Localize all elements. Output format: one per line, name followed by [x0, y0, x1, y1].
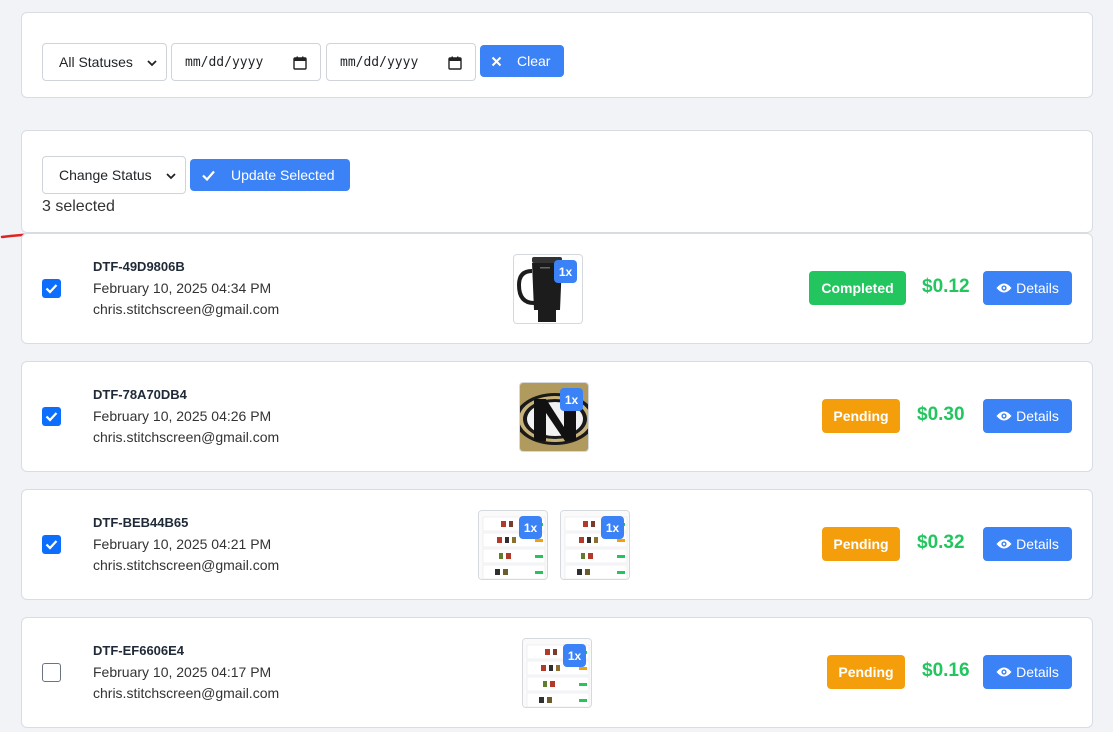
order-checkbox[interactable]	[42, 279, 61, 298]
status-badge: Completed	[809, 271, 906, 305]
order-thumbnail[interactable]: 1x	[560, 510, 630, 580]
calendar-icon[interactable]	[448, 56, 462, 70]
order-date: February 10, 2025 04:17 PM	[93, 664, 272, 680]
quantity-badge: 1x	[563, 644, 586, 667]
eye-icon	[996, 283, 1012, 293]
order-thumbnail[interactable]: 1x	[522, 638, 592, 708]
details-button[interactable]: Details	[983, 527, 1072, 561]
order-thumbnail[interactable]: 1x	[513, 254, 583, 324]
clear-button[interactable]: Clear	[480, 45, 564, 77]
order-checkbox[interactable]	[42, 663, 61, 682]
order-card: DTF-BEB44B65 February 10, 2025 04:21 PM …	[21, 489, 1093, 600]
eye-icon	[996, 667, 1012, 677]
clear-button-label: Clear	[517, 53, 551, 69]
bulk-actions-card: Change Status Update Selected 3 selected	[21, 130, 1093, 233]
order-date: February 10, 2025 04:21 PM	[93, 536, 272, 552]
order-price: $0.32	[917, 532, 965, 553]
eye-icon	[996, 411, 1012, 421]
start-date-placeholder: mm/dd/yyyy	[185, 54, 264, 70]
quantity-badge: 1x	[601, 516, 624, 539]
chevron-down-icon	[166, 173, 176, 180]
details-label: Details	[1016, 408, 1059, 424]
check-icon	[45, 412, 58, 422]
details-label: Details	[1016, 664, 1059, 680]
order-id: DTF-49D9806B	[93, 259, 185, 274]
order-email: chris.stitchscreen@gmail.com	[93, 429, 280, 445]
change-status-select[interactable]: Change Status	[42, 156, 186, 194]
check-icon	[45, 540, 58, 550]
filter-card: All Statuses mm/dd/yyyy mm/dd/yyyy Clear	[21, 12, 1093, 98]
quantity-badge: 1x	[560, 388, 583, 411]
order-card: DTF-EF6606E4 February 10, 2025 04:17 PM …	[21, 617, 1093, 728]
eye-icon	[996, 539, 1012, 549]
order-date: February 10, 2025 04:26 PM	[93, 408, 272, 424]
order-date: February 10, 2025 04:34 PM	[93, 280, 272, 296]
order-id: DTF-78A70DB4	[93, 387, 187, 402]
order-email: chris.stitchscreen@gmail.com	[93, 301, 280, 317]
order-checkbox[interactable]	[42, 407, 61, 426]
order-email: chris.stitchscreen@gmail.com	[93, 685, 280, 701]
details-button[interactable]: Details	[983, 271, 1072, 305]
order-card: DTF-49D9806B February 10, 2025 04:34 PM …	[21, 233, 1093, 344]
update-selected-button[interactable]: Update Selected	[190, 159, 350, 191]
update-selected-label: Update Selected	[231, 167, 335, 183]
order-price: $0.12	[922, 276, 970, 297]
status-filter-value: All Statuses	[59, 54, 133, 70]
check-icon	[45, 284, 58, 294]
end-date-placeholder: mm/dd/yyyy	[340, 54, 419, 70]
details-button[interactable]: Details	[983, 655, 1072, 689]
details-label: Details	[1016, 536, 1059, 552]
order-price: $0.16	[922, 660, 970, 681]
status-badge: Pending	[822, 399, 900, 433]
order-thumbnail[interactable]: 1x	[478, 510, 548, 580]
status-badge: Pending	[827, 655, 905, 689]
check-icon	[202, 170, 215, 181]
order-price: $0.30	[917, 404, 965, 425]
order-checkbox[interactable]	[42, 535, 61, 554]
end-date-input[interactable]: mm/dd/yyyy	[326, 43, 476, 81]
details-label: Details	[1016, 280, 1059, 296]
order-id: DTF-BEB44B65	[93, 515, 189, 530]
order-card: DTF-78A70DB4 February 10, 2025 04:26 PM …	[21, 361, 1093, 472]
change-status-value: Change Status	[59, 167, 152, 183]
quantity-badge: 1x	[554, 260, 577, 283]
order-id: DTF-EF6606E4	[93, 643, 185, 658]
chevron-down-icon	[147, 60, 157, 67]
calendar-icon[interactable]	[293, 56, 307, 70]
status-badge: Pending	[822, 527, 900, 561]
details-button[interactable]: Details	[983, 399, 1072, 433]
order-thumbnail[interactable]: 1x	[519, 382, 589, 452]
selected-count: 3 selected	[42, 198, 115, 215]
close-icon	[491, 56, 502, 66]
status-filter-select[interactable]: All Statuses	[42, 43, 167, 81]
order-email: chris.stitchscreen@gmail.com	[93, 557, 280, 573]
quantity-badge: 1x	[519, 516, 542, 539]
start-date-input[interactable]: mm/dd/yyyy	[171, 43, 321, 81]
